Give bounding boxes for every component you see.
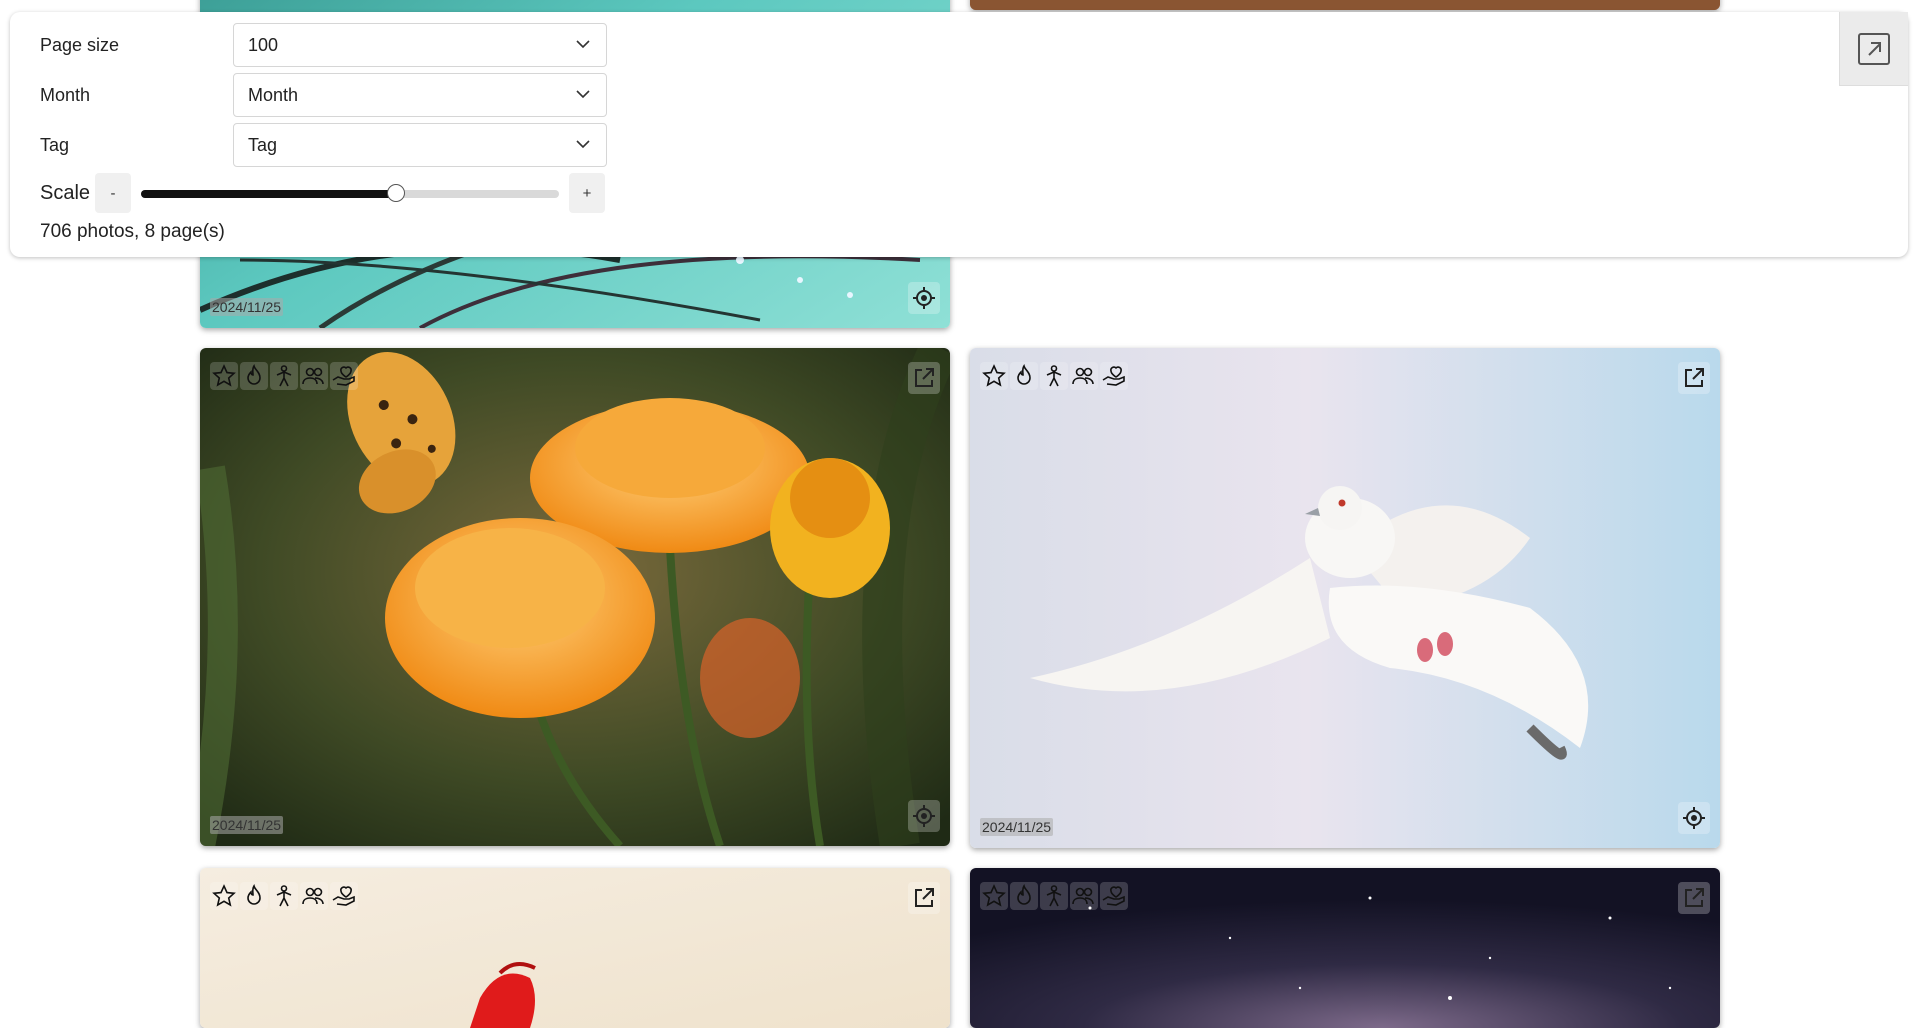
photo-image [970, 0, 1720, 10]
photo-card[interactable]: 2024/11/25 [970, 348, 1720, 848]
slider-fill [141, 190, 396, 198]
photo-date: 2024/11/25 [210, 816, 284, 834]
scale-slider[interactable] [141, 173, 559, 213]
open-external-icon[interactable] [908, 882, 940, 914]
photo-card[interactable] [970, 868, 1720, 1028]
scale-increase-button[interactable]: + [569, 173, 605, 213]
flame-icon[interactable] [240, 362, 268, 390]
star-icon[interactable] [980, 362, 1008, 390]
month-value: Month [248, 84, 299, 105]
flame-icon[interactable] [1010, 882, 1038, 910]
page-size-value: 100 [248, 34, 279, 55]
photo-image [200, 348, 950, 846]
person-icon[interactable] [1040, 882, 1068, 910]
people-icon[interactable] [300, 362, 328, 390]
chevron-down-icon [576, 90, 590, 99]
tag-value: Tag [248, 134, 278, 155]
open-external-icon[interactable] [908, 362, 940, 394]
photo-image [970, 348, 1720, 848]
month-row: Month Month [40, 73, 607, 117]
rating-icons [980, 882, 1128, 910]
people-icon[interactable] [1070, 882, 1098, 910]
locate-icon[interactable] [1678, 802, 1710, 834]
person-icon[interactable] [270, 882, 298, 910]
flame-icon[interactable] [240, 882, 268, 910]
star-icon[interactable] [980, 882, 1008, 910]
photo-count-summary: 706 photos, 8 page(s) [40, 221, 225, 242]
scale-label: Scale [40, 181, 91, 204]
star-icon[interactable] [210, 362, 238, 390]
month-label: Month [40, 84, 91, 105]
tag-select[interactable]: Tag [233, 123, 607, 167]
tag-label: Tag [40, 134, 70, 155]
slider-thumb[interactable] [386, 184, 405, 202]
scale-row: Scale - + [40, 173, 605, 213]
rating-icons [980, 362, 1128, 390]
month-select[interactable]: Month [233, 73, 607, 117]
photo-date: 2024/11/25 [980, 818, 1054, 836]
rating-icons [210, 882, 358, 910]
photo-date: 2024/11/25 [210, 298, 284, 316]
person-icon[interactable] [1040, 362, 1068, 390]
hand-heart-icon[interactable] [1100, 362, 1128, 390]
tag-row: Tag Tag [40, 123, 607, 167]
page-size-label: Page size [40, 34, 120, 55]
flame-icon[interactable] [1010, 362, 1038, 390]
photo-card[interactable] [970, 0, 1720, 10]
page-size-row: Page size 100 [40, 23, 607, 67]
hand-heart-icon[interactable] [1100, 882, 1128, 910]
people-icon[interactable] [300, 882, 328, 910]
rating-icons [210, 362, 358, 390]
hand-heart-icon[interactable] [330, 882, 358, 910]
locate-icon[interactable] [908, 282, 940, 314]
photo-card[interactable]: 2024/11/25 [200, 348, 950, 846]
page-size-select[interactable]: 100 [233, 23, 607, 67]
people-icon[interactable] [1070, 362, 1098, 390]
photo-card[interactable] [200, 868, 950, 1028]
scale-decrease-button[interactable]: - [95, 173, 131, 213]
hand-heart-icon[interactable] [330, 362, 358, 390]
filter-panel: Page size 100 Month Month Tag Tag Scale … [10, 12, 1908, 257]
chevron-down-icon [576, 40, 590, 49]
open-external-icon[interactable] [1678, 882, 1710, 914]
person-icon[interactable] [270, 362, 298, 390]
open-external-icon[interactable] [1678, 362, 1710, 394]
star-icon[interactable] [210, 882, 238, 910]
chevron-down-icon [576, 140, 590, 149]
expand-icon[interactable] [1839, 12, 1908, 86]
locate-icon[interactable] [908, 800, 940, 832]
